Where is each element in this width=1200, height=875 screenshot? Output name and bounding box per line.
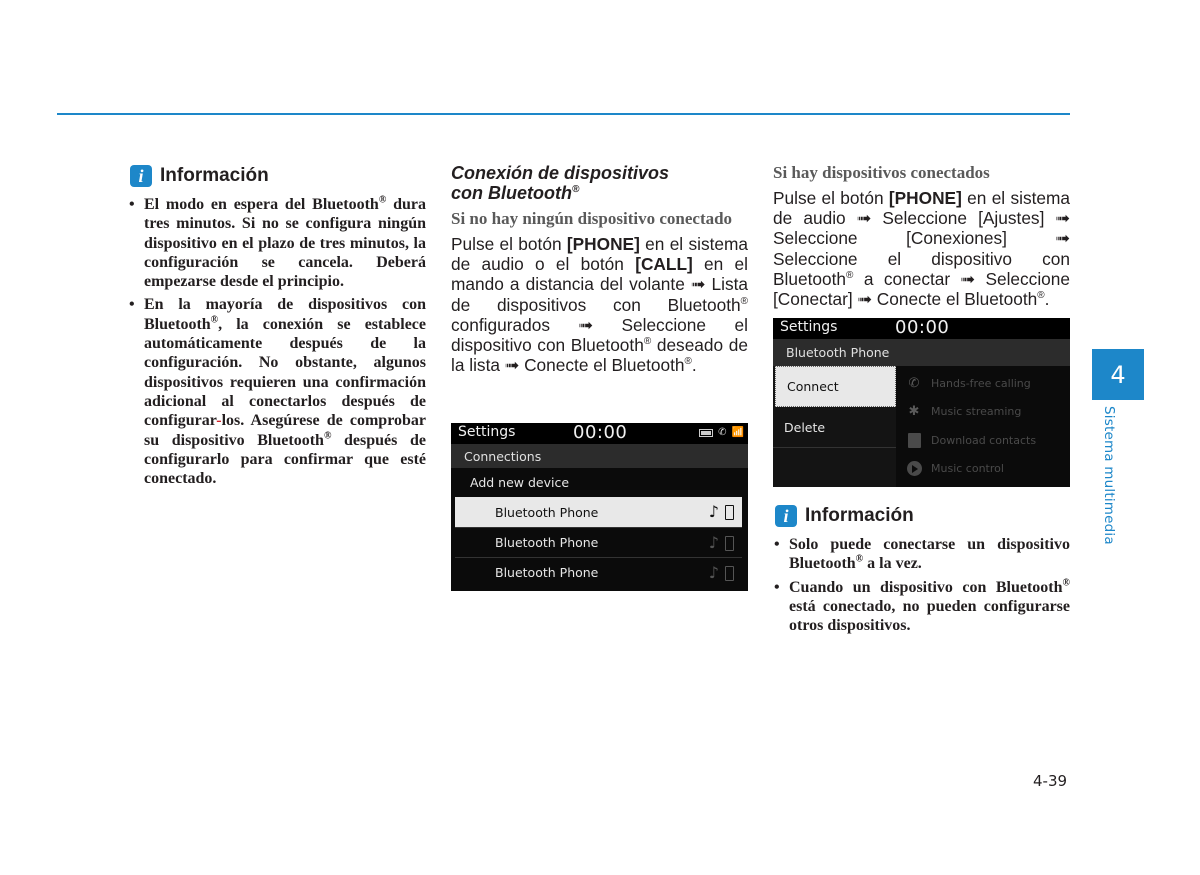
- device-list-item[interactable]: Bluetooth Phone ♪: [455, 557, 742, 587]
- section-title: Conexión de dispositivos con Bluetooth®: [451, 163, 670, 203]
- header-rule: [57, 113, 1070, 115]
- info-box-right: i Información Solo puede conectarse un d…: [773, 503, 1070, 639]
- instructions-text: Pulse el botón [PHONE] en el sistema de …: [451, 234, 748, 376]
- phone-icon: [725, 504, 734, 520]
- contacts-icon: [907, 432, 921, 448]
- connect-button[interactable]: Connect: [775, 366, 896, 407]
- delete-button[interactable]: Delete: [773, 407, 896, 448]
- info-bullet-list: El modo en espera del Bluetooth® dura tr…: [128, 195, 426, 488]
- music-note-icon: ♪: [708, 502, 719, 521]
- option-download-contacts: Download contacts: [896, 426, 1070, 455]
- call-icon: ✆: [718, 427, 727, 438]
- bluetooth-music-icon: ✱: [908, 404, 920, 420]
- subsection-title: Si no hay ningún dispositivo conectado: [451, 209, 733, 228]
- battery-icon: [699, 428, 714, 437]
- device-options: ✆ Hands-free calling ✱ Music streaming Dow…: [896, 366, 1070, 487]
- chapter-tab: 4: [1092, 349, 1144, 400]
- phone-icon: [725, 565, 734, 581]
- connection-column-middle: Conexión de dispositivos con Bluetooth® …: [451, 163, 748, 375]
- bluetooth-phone-screen: Settings 00:00 Bluetooth Phone Connect D…: [773, 318, 1070, 487]
- connected-column-right: Si hay dispositivos conectados Pulse el …: [773, 163, 1070, 309]
- music-note-icon: ♪: [708, 533, 719, 552]
- info-bullet: El modo en espera del Bluetooth® dura tr…: [128, 195, 426, 291]
- signal-icon: 📶: [731, 427, 744, 438]
- info-icon: i: [775, 505, 797, 527]
- info-bullet: Solo puede conectarse un dispositivo Blu…: [773, 535, 1070, 574]
- option-music-control: Music control: [896, 455, 1070, 484]
- handset-icon: ✆: [908, 375, 920, 391]
- info-header: i Información: [128, 163, 426, 189]
- screen-title: Settings: [458, 424, 516, 440]
- info-icon: i: [130, 165, 152, 187]
- device-list-item[interactable]: Bluetooth Phone ♪: [455, 497, 742, 527]
- info-header: i Información: [773, 503, 1070, 529]
- subsection-title: Si hay dispositivos conectados: [773, 163, 990, 182]
- option-hands-free: ✆ Hands-free calling: [896, 369, 1070, 398]
- clock: 00:00: [895, 318, 950, 338]
- status-bar: Settings 00:00 ✆ 📶: [451, 423, 748, 444]
- add-new-device-button[interactable]: Add new device: [451, 468, 748, 497]
- clock: 00:00: [573, 423, 628, 443]
- play-icon: [906, 461, 922, 477]
- status-icons: ✆ 📶: [699, 427, 744, 438]
- connections-screen: Settings 00:00 ✆ 📶 Connections Add new d…: [451, 423, 748, 591]
- device-header: Bluetooth Phone: [773, 339, 1070, 366]
- option-music-streaming: ✱ Music streaming: [896, 398, 1070, 427]
- device-list-item[interactable]: Bluetooth Phone ♪: [455, 527, 742, 557]
- info-title: Información: [160, 165, 269, 186]
- connections-header: Connections: [451, 444, 748, 468]
- info-bullet: Cuando un dispositivo con Bluetooth® est…: [773, 578, 1070, 636]
- device-menu: Connect Delete: [773, 366, 896, 487]
- info-bullet-list: Solo puede conectarse un dispositivo Blu…: [773, 535, 1070, 635]
- phone-icon: [725, 535, 734, 551]
- screen-title: Settings: [780, 319, 838, 335]
- status-bar: Settings 00:00: [773, 318, 1070, 339]
- music-note-icon: ♪: [708, 563, 719, 582]
- info-title: Información: [805, 505, 914, 526]
- info-bullet: En la mayoría de dispositivos con Blueto…: [128, 295, 426, 488]
- page-number: 4-39: [1033, 772, 1068, 790]
- chapter-label: Sistema multimedia: [1101, 406, 1117, 545]
- info-column-left: i Información El modo en espera del Blue…: [128, 163, 426, 492]
- instructions-text: Pulse el botón [PHONE] en el sistema de …: [773, 188, 1070, 310]
